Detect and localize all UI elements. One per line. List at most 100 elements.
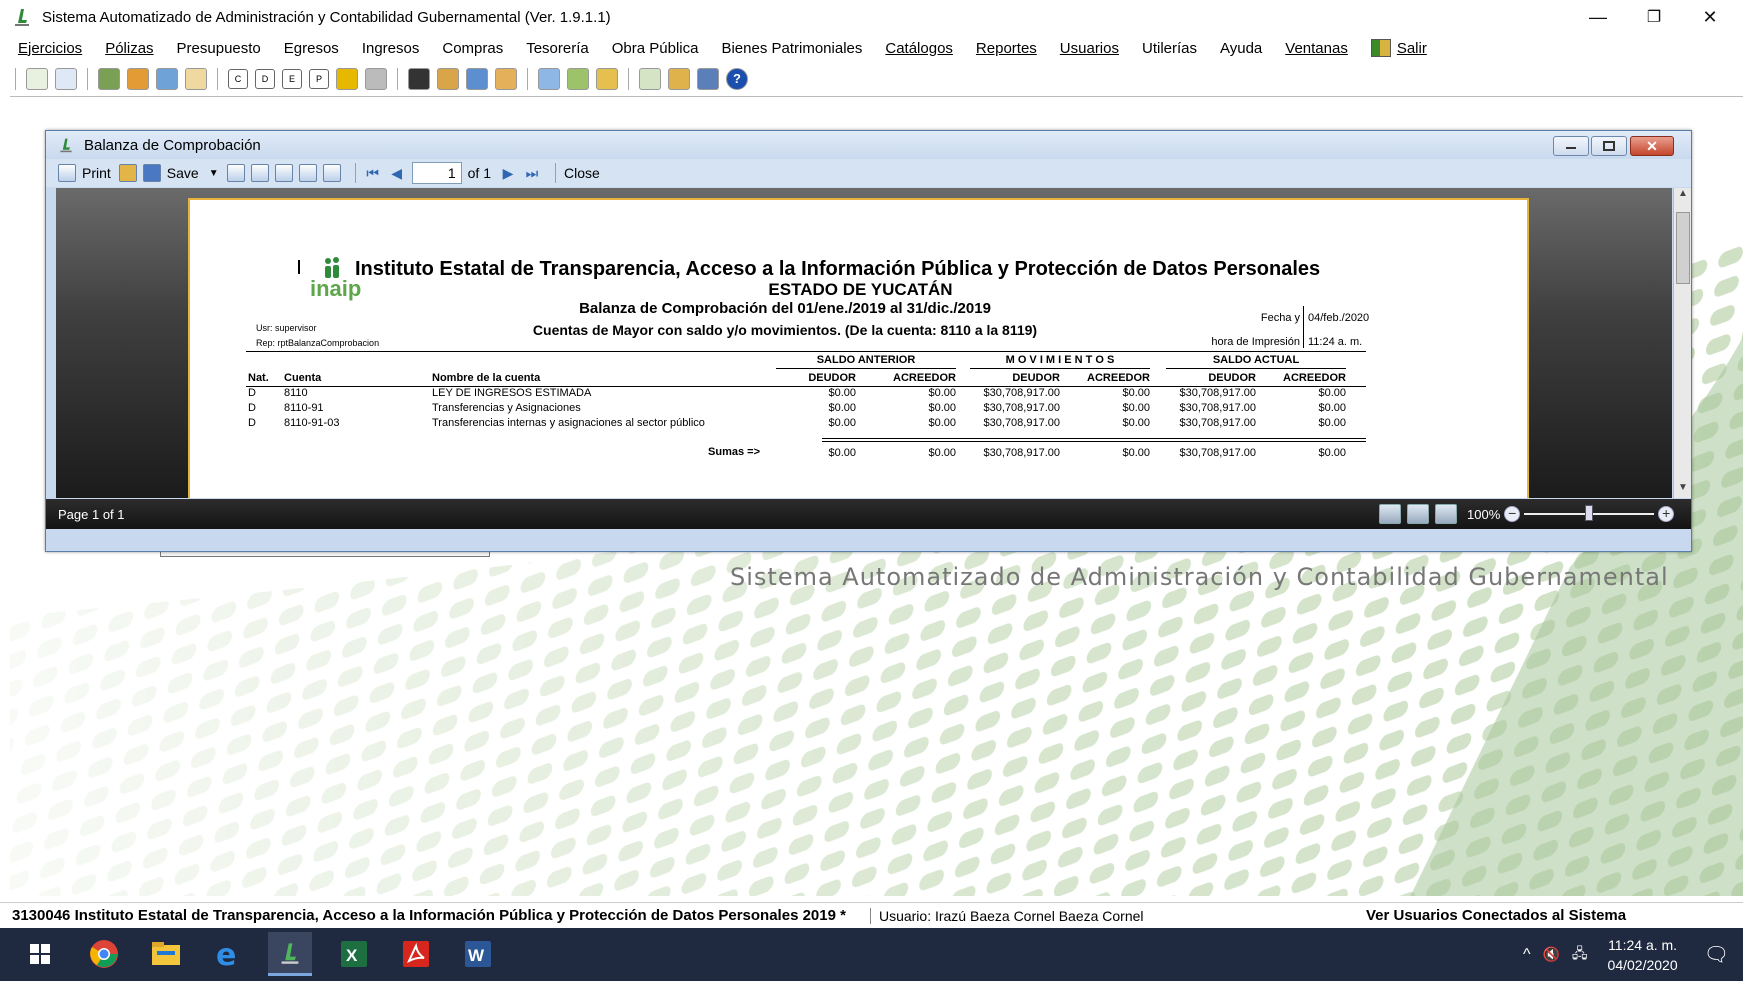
next-page-icon[interactable]: ▶	[499, 164, 517, 182]
poliza-d-icon[interactable]: D	[255, 69, 275, 89]
menu-presupuesto[interactable]: Presupuesto	[177, 40, 261, 57]
poliza-c-icon[interactable]: C	[228, 69, 248, 89]
totals-rule	[822, 441, 1366, 442]
email-icon[interactable]	[226, 164, 245, 182]
document-icon[interactable]	[55, 68, 77, 90]
package-icon[interactable]	[495, 68, 517, 90]
viewer-close-button[interactable]: ✕	[1630, 136, 1674, 156]
notes-icon[interactable]	[596, 68, 618, 90]
inventory-icon[interactable]	[466, 68, 488, 90]
checklist-icon[interactable]	[156, 68, 178, 90]
volume-muted-icon[interactable]: 🔇	[1542, 946, 1559, 963]
menu-catalogos[interactable]: Catálogos	[885, 40, 953, 57]
viewer-toolbar: Print Save ▼ ⏮ ◀ 1 of 1 ▶ ⏭ Close	[46, 159, 1691, 187]
poliza-p-icon[interactable]: P	[309, 69, 329, 89]
page-count: of 1	[467, 165, 491, 181]
page-number-input[interactable]: 1	[411, 162, 462, 184]
previous-page-icon[interactable]: ◀	[388, 164, 406, 182]
totals-label: Sumas =>	[708, 446, 760, 458]
refresh-icon[interactable]	[26, 68, 48, 90]
save-button[interactable]: Save ▼	[142, 164, 219, 182]
scroll-thumb[interactable]	[1676, 212, 1690, 284]
cell-mov-deudor: $30,708,917.00	[983, 417, 1060, 429]
menu-utilerias[interactable]: Utilerías	[1142, 40, 1197, 57]
menu-polizas[interactable]: Pólizas	[105, 40, 153, 57]
menu-usuarios[interactable]: Usuarios	[1060, 40, 1119, 57]
cell-act-deudor: $30,708,917.00	[1179, 402, 1256, 414]
background-app-title: Sistema Automatizado de Administración y…	[730, 563, 1669, 591]
menu-reportes[interactable]: Reportes	[976, 40, 1037, 57]
file-explorer-icon[interactable]	[148, 936, 184, 972]
word-icon[interactable]: W	[460, 936, 496, 972]
menu-ingresos[interactable]: Ingresos	[362, 40, 420, 57]
zoom-in-icon[interactable]: +	[1658, 506, 1675, 522]
zoom-page-icon[interactable]	[298, 164, 317, 182]
clipboard-icon[interactable]	[408, 68, 430, 90]
find-binoculars-icon[interactable]	[250, 164, 269, 182]
notifications-icon[interactable]: 🗨	[1704, 942, 1729, 967]
menu-bienes-patrimoniales[interactable]: Bienes Patrimoniales	[721, 40, 862, 57]
close-report-button[interactable]: Close	[564, 165, 600, 181]
folder-icon[interactable]	[336, 68, 358, 90]
close-button[interactable]: ✕	[1682, 0, 1738, 34]
restore-button[interactable]: ❐	[1626, 0, 1682, 34]
help-icon[interactable]: ?	[726, 68, 748, 90]
document-vertical-scrollbar[interactable]: ▲ ▼	[1673, 188, 1691, 498]
settings-icon[interactable]	[668, 68, 690, 90]
menu-compras[interactable]: Compras	[442, 40, 503, 57]
single-page-icon[interactable]	[322, 164, 341, 182]
last-page-icon[interactable]: ⏭	[523, 164, 541, 182]
layout-icon[interactable]	[274, 164, 293, 182]
first-page-icon[interactable]: ⏮	[364, 164, 382, 182]
window-title: Sistema Automatizado de Administración y…	[42, 8, 611, 26]
viewer-maximize-button[interactable]	[1591, 136, 1627, 156]
vehicle-icon[interactable]	[98, 68, 120, 90]
cell-nombre: LEY DE INGRESOS ESTIMADA	[432, 387, 592, 399]
chrome-icon[interactable]	[86, 936, 122, 972]
menu-ayuda[interactable]: Ayuda	[1220, 40, 1262, 57]
saacg-icon[interactable]	[268, 932, 312, 976]
report-icon[interactable]	[538, 68, 560, 90]
clock[interactable]: 11:24 a. m. 04/02/2020	[1608, 935, 1678, 975]
excel-icon[interactable]: X	[336, 936, 372, 972]
menu-salir[interactable]: Salir	[1370, 39, 1427, 57]
poliza-e-icon[interactable]: E	[282, 69, 302, 89]
minimize-button[interactable]: —	[1570, 0, 1626, 34]
cell-nat: D	[248, 387, 256, 399]
toolbar-separator	[628, 68, 629, 90]
menu-obra-publica[interactable]: Obra Pública	[612, 40, 699, 57]
cell-ant-acreedor: $0.00	[928, 417, 956, 429]
database-icon[interactable]	[697, 68, 719, 90]
open-folder-icon[interactable]	[118, 164, 137, 182]
menu-tesoreria[interactable]: Tesorería	[526, 40, 589, 57]
scroll-up-icon[interactable]: ▲	[1674, 188, 1692, 204]
table-icon[interactable]	[185, 68, 207, 90]
acrobat-icon[interactable]	[398, 936, 434, 972]
viewer-minimize-button[interactable]	[1553, 136, 1589, 156]
group-movimientos: M O V I M I E N T O S	[1005, 354, 1115, 366]
start-icon[interactable]	[22, 936, 58, 972]
menu-egresos[interactable]: Egresos	[284, 40, 339, 57]
zoom-slider-thumb[interactable]	[1585, 505, 1594, 521]
page-layout-icon[interactable]	[1379, 504, 1401, 524]
col-ant-deudor: DEUDOR	[808, 372, 856, 384]
single-page-view-icon[interactable]	[1407, 504, 1429, 524]
chevron-up-icon[interactable]: ^	[1523, 946, 1531, 964]
cell-ant-acreedor: $0.00	[928, 387, 956, 399]
edit-icon[interactable]	[437, 68, 459, 90]
print-button[interactable]: Print	[58, 164, 111, 182]
edge-icon[interactable]: e	[210, 936, 246, 972]
tree-icon[interactable]	[639, 68, 661, 90]
network-icon[interactable]: 🖧	[1572, 943, 1588, 967]
menu-ejercicios[interactable]: Ejercicios	[18, 40, 82, 57]
printer-icon[interactable]	[365, 68, 387, 90]
tools-icon[interactable]	[567, 68, 589, 90]
zoom-out-icon[interactable]: −	[1504, 506, 1521, 522]
zoom-slider[interactable]	[1524, 505, 1655, 521]
multi-page-view-icon[interactable]	[1435, 504, 1457, 524]
menu-ventanas[interactable]: Ventanas	[1285, 40, 1348, 57]
connected-users-link[interactable]: Ver Usuarios Conectados al Sistema	[1366, 907, 1626, 924]
cell-mov-deudor: $30,708,917.00	[983, 387, 1060, 399]
transfer-icon[interactable]	[127, 68, 149, 90]
scroll-down-icon[interactable]: ▼	[1674, 482, 1692, 498]
